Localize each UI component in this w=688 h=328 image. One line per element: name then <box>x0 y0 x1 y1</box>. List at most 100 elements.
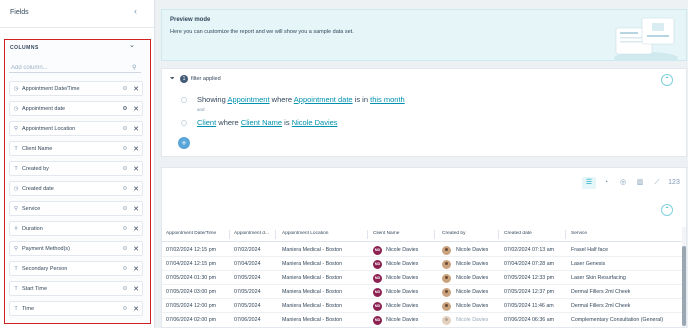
field-item-created-by[interactable]: T Created by ⚙ ✕ <box>9 161 143 176</box>
avatar: ND <box>373 288 382 297</box>
remove-icon[interactable]: ✕ <box>130 205 142 213</box>
add-filter-button[interactable]: + <box>178 137 190 149</box>
cell-client[interactable]: Nicole Davies <box>386 247 418 253</box>
cell-client[interactable]: Nicole Davies <box>386 303 418 309</box>
gear-icon[interactable]: ⚙ <box>120 206 130 212</box>
field-item-appointment-date-time[interactable]: ◷ Appointment Date/Time ⚙ ✕ <box>9 81 143 96</box>
bar-chart-icon[interactable]: ▥ <box>633 177 647 189</box>
gear-icon[interactable]: ⚙ <box>120 86 130 92</box>
cell-service: Frasel Half face <box>571 247 609 253</box>
avatar <box>442 288 451 297</box>
remove-icon[interactable]: ✕ <box>130 265 142 273</box>
remove-icon[interactable]: ✕ <box>130 85 142 93</box>
field-item-secondary-person[interactable]: T Secondary Person ⚙ ✕ <box>9 261 143 276</box>
cell-location: Maniera Medical - Boston <box>282 275 343 281</box>
gear-icon[interactable]: ⚙ <box>120 166 130 172</box>
radio-button[interactable] <box>181 120 187 126</box>
gear-icon[interactable]: ⚙ <box>120 246 130 252</box>
column-header-created-date[interactable]: Created date <box>504 231 564 236</box>
calendar-icon: ◷ <box>13 85 19 92</box>
gear-icon[interactable]: ⚙ <box>120 286 130 292</box>
column-divider[interactable] <box>498 230 499 239</box>
column-header-date-time[interactable]: Appointment Date/Time <box>166 231 228 236</box>
cell-date: 07/04/2024 <box>234 261 261 267</box>
operator-text: is in <box>354 95 369 104</box>
column-divider[interactable] <box>434 230 435 239</box>
field-item-client-name[interactable]: T Client Name ⚙ ✕ <box>9 141 143 156</box>
gear-icon[interactable]: ⚙ <box>120 226 130 232</box>
column-header-client[interactable]: Client Name <box>373 231 435 236</box>
add-column-input[interactable] <box>9 63 141 73</box>
column-header-date[interactable]: Appointment d... <box>234 231 274 236</box>
collapse-icon[interactable]: ⌃ <box>661 204 673 216</box>
chevron-left-icon[interactable]: ‹ <box>134 6 137 16</box>
remove-icon[interactable]: ✕ <box>130 285 142 293</box>
table-row[interactable]: 07/05/2024 01:30 pm 07/05/2024 Maniera M… <box>162 272 682 285</box>
field-item-payment-methods[interactable]: ⚲ Payment Method(s) ⚙ ✕ <box>9 241 143 256</box>
number-icon[interactable]: 123 <box>667 177 681 189</box>
object-link[interactable]: Client <box>197 118 216 127</box>
value-link[interactable]: Nicole Davies <box>292 118 338 127</box>
gear-icon[interactable]: ⚙ <box>120 126 130 132</box>
gear-icon[interactable]: ⚙ <box>120 306 130 312</box>
remove-icon[interactable]: ✕ <box>130 125 142 133</box>
gear-icon[interactable]: ⚙ <box>120 266 130 272</box>
donut-chart-icon[interactable]: ◎ <box>616 177 630 189</box>
field-link[interactable]: Client Name <box>241 118 282 127</box>
object-link[interactable]: Appointment <box>227 95 269 104</box>
scrollbar-thumb[interactable] <box>682 246 686 326</box>
column-header-created-by[interactable]: Created by <box>442 231 497 236</box>
column-divider[interactable] <box>229 230 230 239</box>
table-row[interactable]: 07/02/2024 12:15 pm 07/02/2024 Maniera M… <box>162 244 682 257</box>
column-divider[interactable] <box>367 230 368 239</box>
remove-icon[interactable]: ✕ <box>130 145 142 153</box>
filter-condition-client[interactable]: Client where Client Name is Nicole Davie… <box>197 118 338 127</box>
field-link[interactable]: Appointment date <box>294 95 353 104</box>
collapse-icon[interactable]: ⌃ <box>661 74 673 86</box>
remove-icon[interactable]: ✕ <box>130 245 142 253</box>
value-link[interactable]: this month <box>370 95 405 104</box>
column-divider[interactable] <box>565 230 566 239</box>
columns-header[interactable]: COLUMNS <box>10 45 39 51</box>
search-icon: ⚲ <box>13 205 19 212</box>
cell-client[interactable]: Nicole Davies <box>386 261 418 267</box>
field-item-appointment-date[interactable]: ◷ Appointment date ⚙ ✕ <box>9 101 143 116</box>
table-icon[interactable]: ☰ <box>582 177 596 189</box>
column-divider[interactable] <box>275 230 276 239</box>
remove-icon[interactable]: ✕ <box>130 165 142 173</box>
filter-icon[interactable]: ⏷ <box>170 76 175 83</box>
cell-client[interactable]: Nicole Davies <box>386 275 418 281</box>
cell-client[interactable]: Nicole Davies <box>386 317 418 323</box>
chevron-down-icon[interactable]: ⌄ <box>129 41 135 49</box>
cell-created-by: Nicole Davies <box>456 317 489 323</box>
filter-condition-appointment[interactable]: Showing Appointment where Appointment da… <box>197 95 405 104</box>
gear-icon[interactable]: ⚙ <box>120 146 130 152</box>
visualization-toolbar: ☰ ◔ ◎ ▥ ⟋ 123 <box>582 177 681 189</box>
cell-client[interactable]: Nicole Davies <box>386 289 418 295</box>
pie-chart-icon[interactable]: ◔ <box>599 177 613 189</box>
gear-icon[interactable]: ⚙ <box>120 106 130 112</box>
column-header-location[interactable]: Appointment Location <box>282 231 368 236</box>
avatar: ND <box>373 246 382 255</box>
column-header-service[interactable]: Service <box>571 231 676 236</box>
table-row[interactable]: 07/05/2024 12:00 pm 07/05/2024 Maniera M… <box>162 300 682 313</box>
cell-date: 07/05/2024 <box>234 289 261 295</box>
gear-icon[interactable]: ⚙ <box>120 186 130 192</box>
table-row[interactable]: 07/04/2024 12:15 pm 07/04/2024 Maniera M… <box>162 258 682 271</box>
remove-icon[interactable]: ✕ <box>130 225 142 233</box>
radio-button[interactable] <box>181 97 187 103</box>
remove-icon[interactable]: ✕ <box>130 305 142 313</box>
field-item-duration[interactable]: # Duration ⚙ ✕ <box>9 221 143 236</box>
remove-icon[interactable]: ✕ <box>130 185 142 193</box>
field-item-time[interactable]: T Time ⚙ ✕ <box>9 301 143 316</box>
field-item-created-date[interactable]: ◷ Created date ⚙ ✕ <box>9 181 143 196</box>
table-row[interactable]: 07/05/2024 03:00 pm 07/05/2024 Maniera M… <box>162 286 682 299</box>
field-item-appointment-location[interactable]: ⚲ Appointment Location ⚙ ✕ <box>9 121 143 136</box>
cell-date-time: 07/06/2024 02:00 pm <box>166 317 217 323</box>
table-row[interactable]: 07/06/2024 02:00 pm 07/06/2024 Maniera M… <box>162 314 682 327</box>
line-chart-icon[interactable]: ⟋ <box>650 177 664 189</box>
cell-service: Laser Skin Resurfacing <box>571 275 626 281</box>
remove-icon[interactable]: ✕ <box>130 105 142 113</box>
field-item-start-time[interactable]: T Start Time ⚙ ✕ <box>9 281 143 296</box>
field-item-service[interactable]: ⚲ Service ⚙ ✕ <box>9 201 143 216</box>
